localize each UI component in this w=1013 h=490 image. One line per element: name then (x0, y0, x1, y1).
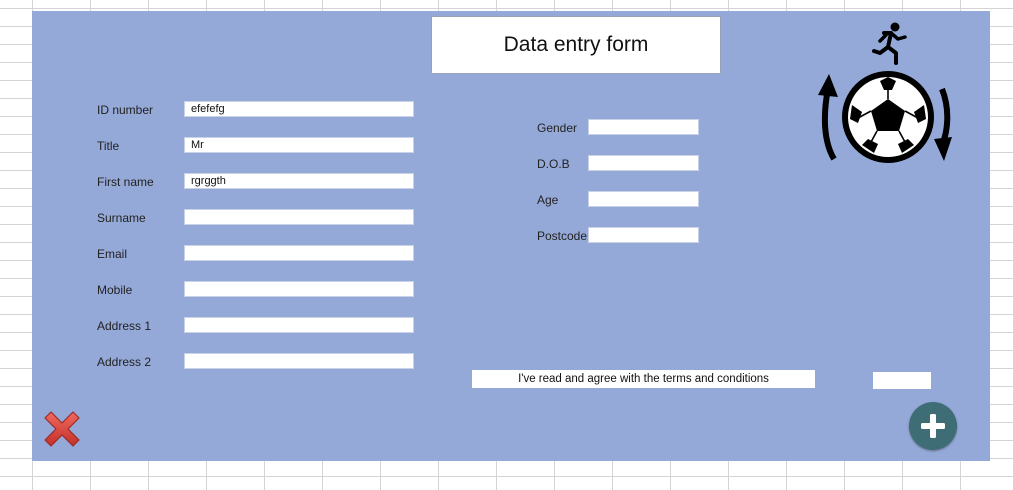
label-email: Email (97, 247, 128, 261)
dob-field[interactable] (588, 155, 699, 171)
email-field[interactable] (184, 245, 414, 261)
address-2-field[interactable] (184, 353, 414, 369)
title-field[interactable]: Mr (184, 137, 414, 153)
terms-label: I've read and agree with the terms and c… (472, 370, 815, 388)
form-panel: Data entry form ID number efefefg Title … (32, 11, 990, 461)
red-x-icon (44, 411, 80, 447)
gender-field[interactable] (588, 119, 699, 135)
label-address-1: Address 1 (97, 319, 152, 333)
label-gender: Gender (537, 121, 578, 135)
label-address-2: Address 2 (97, 355, 152, 369)
postcode-field[interactable] (588, 227, 699, 243)
terms-agree-field[interactable] (873, 372, 931, 389)
cancel-button[interactable] (39, 406, 85, 452)
surname-field[interactable] (184, 209, 414, 225)
label-id-number: ID number (97, 103, 154, 117)
label-title: Title (97, 139, 120, 153)
age-field[interactable] (588, 191, 699, 207)
form-title: Data entry form (431, 16, 721, 74)
label-first-name: First name (97, 175, 154, 189)
address-1-field[interactable] (184, 317, 414, 333)
plus-icon (921, 414, 945, 438)
label-surname: Surname (97, 211, 146, 225)
label-dob: D.O.B (537, 157, 570, 171)
add-button[interactable] (909, 402, 957, 450)
first-name-field[interactable]: rgrggth (184, 173, 414, 189)
label-mobile: Mobile (97, 283, 133, 297)
soccer-ball-runner-icon (818, 22, 952, 163)
label-postcode: Postcode (537, 229, 588, 243)
label-age: Age (537, 193, 559, 207)
id-number-field[interactable]: efefefg (184, 101, 414, 117)
mobile-field[interactable] (184, 281, 414, 297)
